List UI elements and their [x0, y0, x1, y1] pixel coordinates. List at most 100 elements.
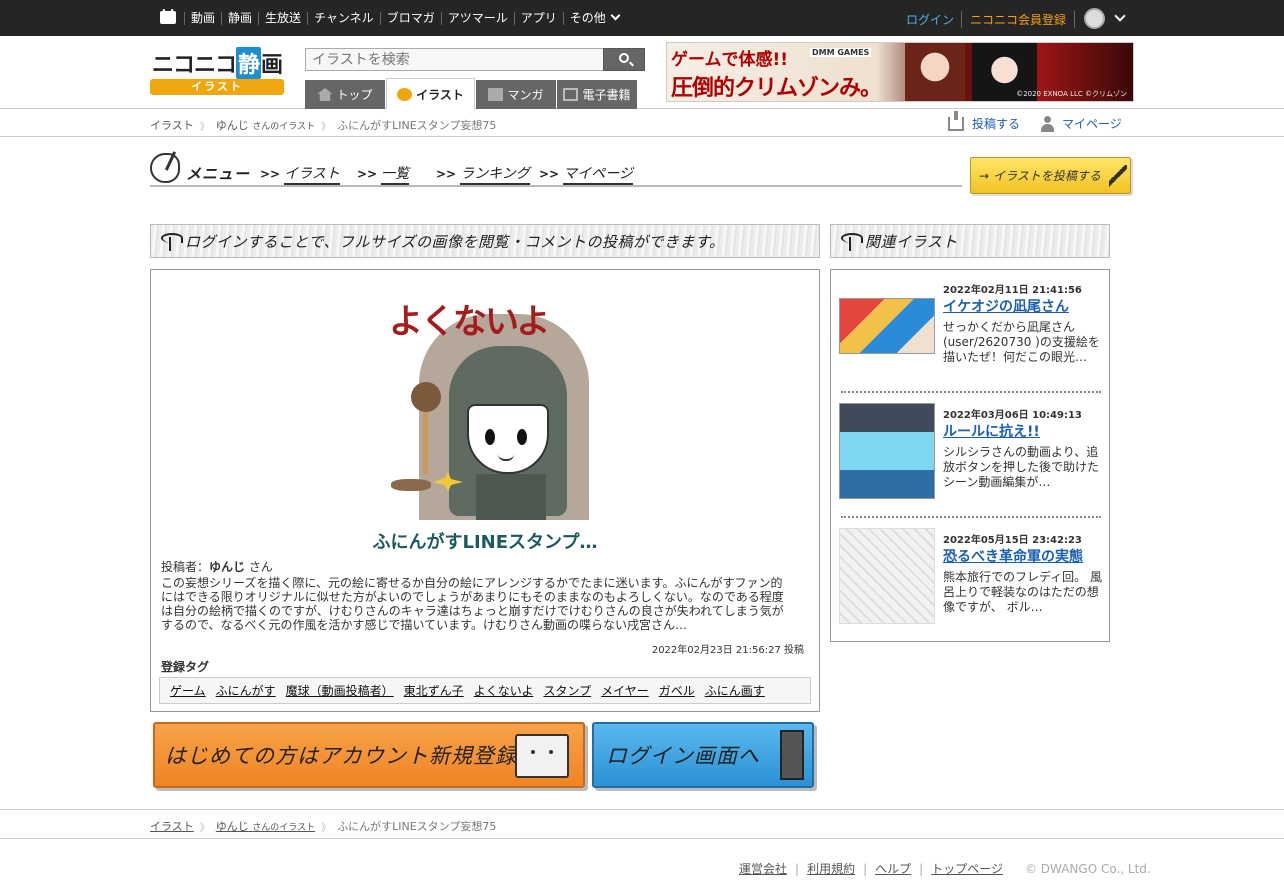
- menu-link-label: ランキング: [460, 166, 530, 185]
- global-nav: 動画 静画 生放送 チャンネル ブロマガ アツマール アプリ その他: [184, 0, 625, 36]
- tab-manga[interactable]: マンガ: [476, 80, 556, 109]
- menu-divider: [150, 185, 962, 187]
- illust-description: この妄想シリーズを描く際に、元の絵に寄せるか自分の絵にアレンジするかでたまに迷い…: [161, 576, 784, 632]
- book-icon: [563, 88, 579, 101]
- breadcrumb-bar: イラスト 》 ゆんじ さんのイラスト 》 ふにんがすLINEスタンプ妄想75 投…: [0, 109, 1284, 137]
- tab-ebook[interactable]: 電子書籍: [557, 80, 637, 109]
- gnav-channel[interactable]: チャンネル: [307, 11, 380, 25]
- tag-link[interactable]: スタンプ: [543, 682, 591, 699]
- door-icon: [780, 730, 804, 780]
- post-button[interactable]: 投稿する: [948, 110, 1021, 132]
- related-thumbnail[interactable]: [839, 528, 935, 624]
- tags-label: 登録タグ: [161, 660, 210, 674]
- related-title-link[interactable]: 恐るべき革命軍の実態: [943, 546, 1083, 566]
- palette-icon: [397, 87, 413, 101]
- menu-link-label: イラスト: [284, 166, 340, 185]
- gavel-head: [411, 382, 441, 412]
- tab-top[interactable]: トップ: [305, 80, 385, 109]
- menu-link-ranking[interactable]: >> ランキング: [436, 163, 530, 185]
- breadcrumb-user-name: ゆんじ: [215, 119, 249, 132]
- list-item: 2022年02月11日 21:41:56 イケオジの凪尾さん せっかくだから凪尾…: [839, 270, 1103, 393]
- mypage-button[interactable]: マイページ: [1041, 115, 1122, 132]
- banner-copyright: ©2020 EXNOA LLC ©クリムゾン: [1016, 90, 1127, 98]
- breadcrumb-user[interactable]: ゆんじ さんのイラスト: [216, 818, 315, 834]
- chevron-down-icon[interactable]: [1114, 10, 1126, 22]
- footer-help-link[interactable]: ヘルプ: [875, 860, 911, 877]
- related-thumbnail[interactable]: [839, 298, 935, 354]
- breadcrumb-root[interactable]: イラスト: [150, 117, 194, 133]
- post-illust-button[interactable]: → イラストを投稿する: [970, 157, 1131, 194]
- list-item: 2022年03月06日 10:49:13 ルールに抗え!! シルシラさんの動画よ…: [839, 395, 1103, 518]
- gnav-live[interactable]: 生放送: [258, 11, 307, 25]
- related-title-link[interactable]: イケオジの凪尾さん: [943, 296, 1069, 316]
- tag-link[interactable]: よくないよ: [474, 682, 534, 699]
- menu-arrow: >>: [539, 167, 560, 181]
- tab-illust[interactable]: イラスト: [386, 78, 475, 109]
- footer-top-link[interactable]: トップページ: [931, 860, 1003, 877]
- divider: [841, 391, 1101, 393]
- breadcrumb-root[interactable]: イラスト: [150, 818, 194, 834]
- person-icon: [1041, 115, 1054, 132]
- site-logo[interactable]: ニコニコ静画 イラスト: [150, 47, 285, 97]
- logo-subtitle: イラスト: [150, 79, 284, 95]
- logo-tail-text: 画: [261, 53, 283, 78]
- footer-terms-link[interactable]: 利用規約: [807, 860, 855, 877]
- related-title: 関連イラスト: [865, 232, 958, 251]
- login-link[interactable]: ログイン: [906, 11, 954, 28]
- register-account-button[interactable]: はじめての方はアカウント新規登録へ: [153, 722, 585, 788]
- illust-detail-panel: よくないよ ふにんがすLINEスタンプ… 投稿者：ゆんじ さん この妄想シリーズ…: [150, 269, 820, 712]
- illust-image[interactable]: よくないよ: [381, 294, 589, 520]
- menu-link-list[interactable]: >> 一覧: [357, 163, 410, 185]
- ad-banner[interactable]: ゲームで体感!! 圧倒的クリムゾンみ。 DMM GAMES ©2020 EXNO…: [666, 42, 1134, 102]
- sprout-icon: [161, 231, 183, 251]
- gavel-handle: [423, 404, 428, 474]
- tag-link[interactable]: ゲーム: [170, 682, 206, 699]
- avatar[interactable]: [1084, 8, 1105, 29]
- breadcrumb-user-suffix: さんのイラスト: [252, 122, 316, 132]
- palette-icon: [150, 153, 180, 183]
- tag-link[interactable]: ふにんがす: [216, 682, 276, 699]
- tag-link[interactable]: ふにん画す: [705, 682, 765, 699]
- author-prefix: 投稿者：: [161, 560, 210, 574]
- related-header: 関連イラスト: [830, 224, 1110, 258]
- gnav-blomaga[interactable]: ブロマガ: [379, 11, 441, 25]
- gnav-more[interactable]: その他: [562, 10, 625, 25]
- illust-title: ふにんがすLINEスタンプ…: [372, 532, 598, 553]
- footer-separator: |: [795, 861, 800, 876]
- gnav-seiga[interactable]: 静画: [221, 11, 258, 25]
- post-label: 投稿する: [972, 117, 1021, 131]
- menu-link-mypage[interactable]: >> マイページ: [539, 163, 633, 185]
- niconico-tv-icon[interactable]: [160, 11, 176, 24]
- related-thumbnail[interactable]: [839, 403, 935, 499]
- gnav-atsumaru[interactable]: アツマール: [440, 11, 514, 25]
- tag-link[interactable]: ガベル: [659, 682, 695, 699]
- login-screen-button[interactable]: ログイン画面へ: [592, 722, 814, 788]
- logo-main-text: ニコニコ: [152, 53, 237, 78]
- menu-link-illust[interactable]: >> イラスト: [260, 163, 340, 185]
- search-button[interactable]: [603, 48, 645, 71]
- related-description: 熊本旅行でのフレディ回。 風呂上りで軽装なのはただの想像ですが、 ボル…: [943, 570, 1102, 614]
- gnav-app[interactable]: アプリ: [513, 11, 563, 25]
- tag-link[interactable]: 東北ずん子: [404, 682, 464, 699]
- breadcrumb-user[interactable]: ゆんじ さんのイラスト: [216, 117, 315, 133]
- manga-icon: [488, 88, 504, 101]
- sprout-icon: [841, 231, 863, 251]
- copyright: © DWANGO Co., Ltd.: [1024, 861, 1151, 876]
- tab-manga-label: マンガ: [507, 88, 544, 102]
- login-notice-text: ログインすることで、フルサイズの画像を閲覧・コメントの投稿ができます。: [185, 232, 725, 251]
- author-suffix: さん: [248, 560, 273, 574]
- author-link[interactable]: ゆんじ: [209, 560, 245, 574]
- register-link[interactable]: ニコニコ会員登録: [961, 11, 1076, 28]
- related-title-link[interactable]: ルールに抗え!!: [943, 421, 1040, 441]
- breadcrumb: イラスト 》 ゆんじ さんのイラスト 》 ふにんがすLINEスタンプ妄想75: [150, 818, 496, 834]
- tag-link[interactable]: 魔球（動画投稿者）: [286, 682, 394, 699]
- search-icon: [619, 53, 629, 63]
- search-input[interactable]: [305, 48, 605, 71]
- bottom-breadcrumb-bar: イラスト 》 ゆんじ さんのイラスト 》 ふにんがすLINEスタンプ妄想75: [0, 809, 1284, 839]
- gnav-video[interactable]: 動画: [184, 11, 221, 25]
- footer-company-link[interactable]: 運営会社: [739, 860, 787, 877]
- breadcrumb-current: ふにんがすLINEスタンプ妄想75: [337, 119, 497, 132]
- tag-link[interactable]: メイヤー: [601, 682, 649, 699]
- breadcrumb: イラスト 》 ゆんじ さんのイラスト 》 ふにんがすLINEスタンプ妄想75: [150, 117, 496, 133]
- menu-arrow: >>: [260, 167, 281, 181]
